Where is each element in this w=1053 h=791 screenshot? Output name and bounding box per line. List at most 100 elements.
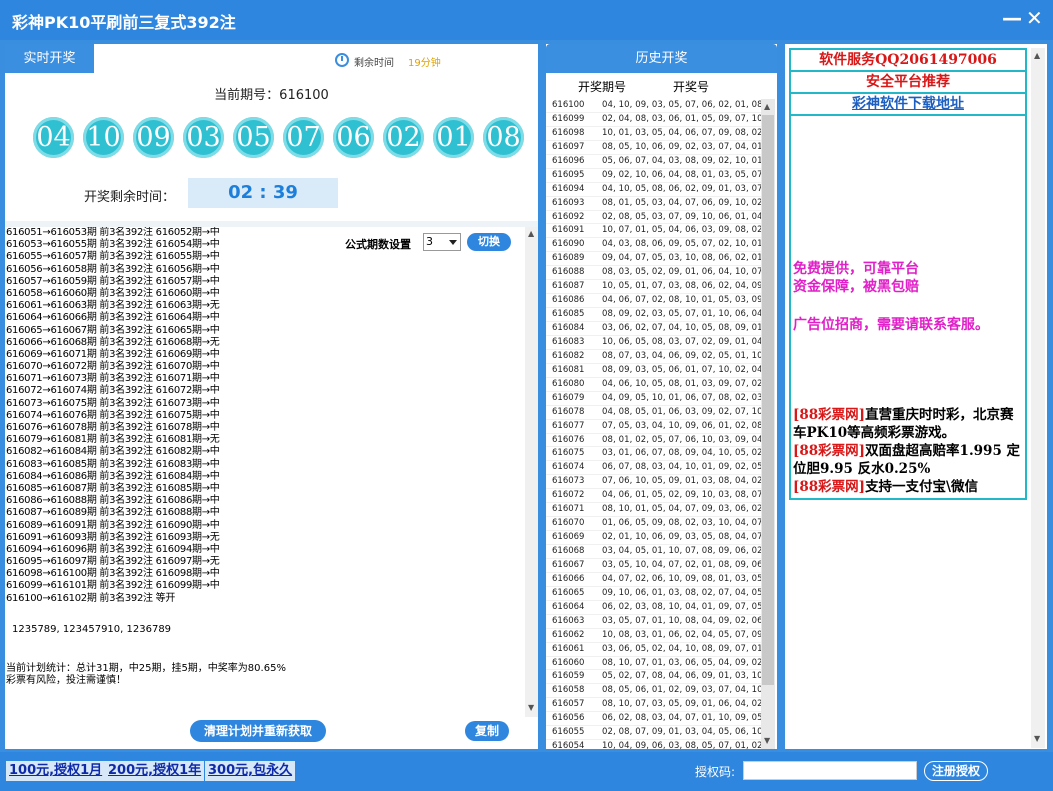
history-row[interactable]: 616095 09, 02, 10, 06, 04, 08, 01, 03, 05… xyxy=(546,169,761,183)
history-row[interactable]: 616057 08, 10, 07, 03, 05, 09, 01, 06, 04… xyxy=(546,698,761,713)
history-row[interactable]: 616073 07, 06, 10, 05, 09, 01, 03, 08, 04… xyxy=(546,475,761,490)
plan-100-month-link[interactable]: 100元,授权1月 xyxy=(6,761,106,781)
history-period: 616077 xyxy=(552,420,585,431)
history-numbers: 08, 07, 03, 04, 06, 09, 02, 05, 01, 10 xyxy=(602,350,761,361)
plan-scrollbar[interactable]: ▲ ▼ xyxy=(525,227,538,717)
ad-service-qq[interactable]: 软件服务QQ2061497006 xyxy=(791,50,1025,72)
history-row[interactable]: 616069 02, 01, 10, 06, 09, 03, 05, 08, 04… xyxy=(546,531,761,545)
history-period: 616076 xyxy=(552,434,585,445)
ad-88-tag: [88彩票网] xyxy=(793,407,866,423)
history-row[interactable]: 616080 04, 06, 10, 05, 08, 01, 03, 09, 07… xyxy=(546,378,761,392)
title-bar: 彩神PK10平刷前三复式392注 — ✕ xyxy=(0,0,1053,40)
clear-refetch-button[interactable]: 清理计划并重新获取 xyxy=(190,720,326,742)
auth-code-input[interactable] xyxy=(743,761,917,780)
history-row[interactable]: 616071 08, 10, 01, 05, 04, 07, 09, 03, 06… xyxy=(546,503,761,518)
ad-free-text: 免费提供，可靠平台 资金保障，被黑包赔 xyxy=(793,260,1023,296)
history-row[interactable]: 616074 06, 07, 08, 03, 04, 10, 01, 09, 02… xyxy=(546,461,761,476)
history-row[interactable]: 616099 02, 04, 08, 03, 06, 01, 05, 09, 07… xyxy=(546,113,761,127)
result-ball: 04 xyxy=(33,117,74,158)
ad-platform[interactable]: 安全平台推荐 xyxy=(791,72,1025,94)
minimize-button[interactable]: — xyxy=(1002,6,1022,30)
scroll-down-icon[interactable]: ▼ xyxy=(528,703,534,712)
history-row[interactable]: 616098 10, 01, 03, 05, 04, 06, 07, 09, 08… xyxy=(546,127,761,141)
ad-free-line1: 免费提供，可靠平台 xyxy=(793,261,919,277)
scroll-down-icon[interactable]: ▼ xyxy=(1034,734,1040,743)
app-window: 彩神PK10平刷前三复式392注 — ✕ 实时开奖 剩余时间 19分钟 当前期号… xyxy=(0,0,1053,791)
history-row[interactable]: 616058 08, 05, 06, 01, 02, 09, 03, 07, 04… xyxy=(546,684,761,699)
history-row[interactable]: 616072 04, 06, 01, 05, 02, 09, 10, 03, 08… xyxy=(546,489,761,504)
history-row[interactable]: 616077 07, 05, 03, 04, 10, 09, 06, 01, 02… xyxy=(546,420,761,434)
history-row[interactable]: 616097 08, 05, 10, 06, 09, 02, 03, 07, 04… xyxy=(546,141,761,155)
history-row[interactable]: 616065 09, 10, 06, 01, 03, 08, 02, 07, 04… xyxy=(546,587,761,601)
history-numbers: 02, 04, 08, 03, 06, 01, 05, 09, 07, 10 xyxy=(602,113,761,124)
formula-period-select[interactable]: 3 xyxy=(423,233,461,251)
history-row[interactable]: 616085 08, 09, 02, 03, 05, 07, 01, 10, 06… xyxy=(546,308,761,322)
history-row[interactable]: 616062 10, 08, 03, 01, 06, 02, 04, 05, 07… xyxy=(546,629,761,643)
history-row[interactable]: 616079 04, 09, 05, 10, 01, 06, 07, 08, 02… xyxy=(546,392,761,406)
history-row[interactable]: 616086 04, 06, 07, 02, 08, 10, 01, 05, 03… xyxy=(546,294,761,309)
close-button[interactable]: ✕ xyxy=(1026,6,1043,30)
history-row[interactable]: 616100 04, 10, 09, 03, 05, 07, 06, 02, 01… xyxy=(546,99,761,113)
history-numbers: 10, 06, 05, 08, 03, 07, 02, 09, 01, 04 xyxy=(602,336,761,347)
history-row[interactable]: 616075 03, 01, 06, 07, 08, 09, 04, 10, 05… xyxy=(546,447,761,462)
history-period: 616072 xyxy=(552,490,585,501)
history-numbers: 04, 06, 10, 05, 08, 01, 03, 09, 07, 02 xyxy=(602,378,761,389)
scroll-up-icon[interactable]: ▲ xyxy=(1034,51,1040,60)
history-period: 616058 xyxy=(552,685,585,696)
tab-realtime[interactable]: 实时开奖 xyxy=(5,44,94,73)
history-row[interactable]: 616061 03, 06, 05, 02, 04, 10, 08, 09, 07… xyxy=(546,643,761,657)
history-numbers: 04, 06, 01, 05, 02, 09, 10, 03, 08, 07 xyxy=(602,490,761,501)
history-row[interactable]: 616096 05, 06, 07, 04, 03, 08, 09, 02, 10… xyxy=(546,155,761,169)
plan-line: 616084→616086期 前3名392注 616084期→中 xyxy=(6,470,220,482)
history-row[interactable]: 616092 02, 08, 05, 03, 07, 09, 10, 06, 01… xyxy=(546,211,761,225)
history-row[interactable]: 616091 10, 07, 01, 05, 04, 06, 03, 09, 08… xyxy=(546,224,761,239)
history-numbers: 08, 01, 05, 03, 04, 07, 06, 09, 10, 02 xyxy=(602,197,761,208)
history-row[interactable]: 616055 02, 08, 07, 09, 01, 03, 04, 05, 06… xyxy=(546,726,761,741)
history-row[interactable]: 616054 10, 04, 09, 06, 03, 08, 05, 07, 01… xyxy=(546,740,761,749)
copy-button[interactable]: 复制 xyxy=(465,721,509,741)
history-row[interactable]: 616067 03, 05, 10, 04, 07, 02, 01, 08, 09… xyxy=(546,559,761,573)
history-row[interactable]: 616064 06, 02, 03, 08, 10, 04, 01, 09, 07… xyxy=(546,601,761,615)
ad-download-link[interactable]: 彩神软件下载地址 xyxy=(791,94,1025,116)
scroll-thumb[interactable] xyxy=(762,115,774,685)
history-row[interactable]: 616068 03, 04, 05, 01, 10, 07, 08, 09, 06… xyxy=(546,545,761,559)
history-row[interactable]: 616084 03, 06, 02, 07, 04, 10, 05, 08, 09… xyxy=(546,322,761,336)
history-numbers: 08, 03, 05, 02, 09, 01, 06, 04, 10, 07 xyxy=(602,267,761,278)
history-scrollbar[interactable]: ▲ ▼ xyxy=(761,99,775,749)
scroll-up-icon[interactable]: ▲ xyxy=(764,102,770,111)
history-period: 616094 xyxy=(552,183,585,194)
history-numbers: 01, 06, 05, 09, 08, 02, 03, 10, 04, 07 xyxy=(602,518,761,529)
history-row[interactable]: 616094 04, 10, 05, 08, 06, 02, 09, 01, 03… xyxy=(546,183,761,197)
history-row[interactable]: 616070 01, 06, 05, 09, 08, 02, 03, 10, 04… xyxy=(546,517,761,532)
history-row[interactable]: 616056 06, 02, 08, 03, 04, 07, 01, 10, 09… xyxy=(546,712,761,727)
history-numbers: 08, 05, 06, 01, 02, 09, 03, 07, 04, 10 xyxy=(602,685,761,696)
plan-300-forever-link[interactable]: 300元,包永久 xyxy=(205,761,296,781)
history-row[interactable]: 616066 04, 07, 02, 06, 10, 09, 08, 01, 03… xyxy=(546,573,761,587)
history-row[interactable]: 616083 10, 06, 05, 08, 03, 07, 02, 09, 01… xyxy=(546,336,761,350)
history-row[interactable]: 616090 04, 03, 08, 06, 09, 05, 07, 02, 10… xyxy=(546,238,761,253)
register-button[interactable]: 注册授权 xyxy=(924,761,988,781)
plan-200-year-link[interactable]: 200元,授权1年 xyxy=(105,761,205,781)
tab-history[interactable]: 历史开奖 xyxy=(546,44,777,73)
scroll-down-icon[interactable]: ▼ xyxy=(764,736,770,745)
history-numbers: 08, 09, 02, 03, 05, 07, 01, 10, 06, 04 xyxy=(602,309,761,320)
history-row[interactable]: 616082 08, 07, 03, 04, 06, 09, 02, 05, 01… xyxy=(546,350,761,364)
history-row[interactable]: 616060 08, 10, 07, 01, 03, 06, 05, 04, 09… xyxy=(546,657,761,671)
history-row[interactable]: 616059 05, 02, 07, 08, 04, 06, 09, 01, 03… xyxy=(546,670,761,685)
ad-scrollbar[interactable]: ▲ ▼ xyxy=(1031,48,1045,748)
switch-button[interactable]: 切换 xyxy=(467,233,511,251)
history-row[interactable]: 616081 08, 09, 03, 05, 06, 01, 07, 10, 02… xyxy=(546,364,761,378)
history-period: 616090 xyxy=(552,239,585,250)
history-row[interactable]: 616093 08, 01, 05, 03, 04, 07, 06, 09, 10… xyxy=(546,197,761,211)
history-row[interactable]: 616088 08, 03, 05, 02, 09, 01, 06, 04, 10… xyxy=(546,266,761,281)
scroll-up-icon[interactable]: ▲ xyxy=(528,229,534,238)
current-period: 当前期号：616100 xyxy=(214,88,329,103)
ad-box: 软件服务QQ2061497006 安全平台推荐 彩神软件下载地址 免费提供，可靠… xyxy=(789,48,1027,500)
history-row[interactable]: 616087 10, 05, 01, 07, 03, 08, 06, 02, 04… xyxy=(546,280,761,295)
history-row[interactable]: 616078 04, 08, 05, 01, 06, 03, 09, 02, 07… xyxy=(546,406,761,420)
history-row[interactable]: 616063 03, 05, 07, 01, 10, 08, 04, 09, 02… xyxy=(546,615,761,629)
history-row[interactable]: 616076 08, 01, 02, 05, 07, 06, 10, 03, 09… xyxy=(546,434,761,448)
history-row[interactable]: 616089 09, 04, 07, 05, 03, 10, 08, 06, 02… xyxy=(546,252,761,267)
plan-area: 616051→616053期 前3名392注 616052期→中 616053→6… xyxy=(5,227,525,749)
plan-line: 616100→616102期 前3名392注 等开 xyxy=(6,592,176,604)
